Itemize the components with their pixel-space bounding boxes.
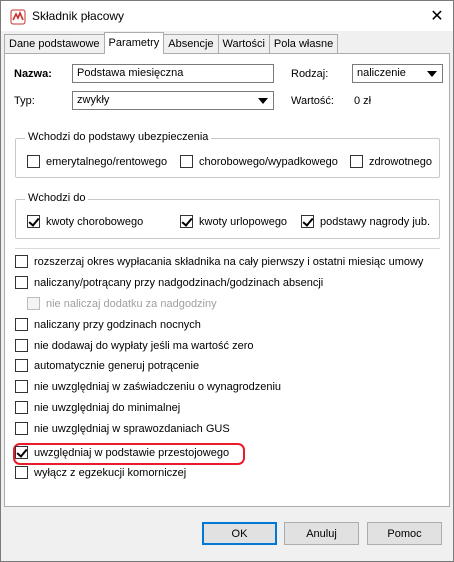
option-nie-naliczaj-nadgodzin: nie naliczaj dodatku za nadgodziny <box>27 297 217 310</box>
checkbox-emerytalnego[interactable]: emerytalnego/rentowego <box>27 155 167 168</box>
checkbox-box[interactable] <box>27 155 40 168</box>
checkbox-box[interactable] <box>15 466 28 479</box>
option-label: nie dodawaj do wypłaty jeśli ma wartość … <box>34 339 254 352</box>
checkbox-box[interactable] <box>15 339 28 352</box>
checkbox-label: kwoty urlopowego <box>199 215 288 228</box>
option-rozszerzaj-okres[interactable]: rozszerzaj okres wypłacania składnika na… <box>15 255 423 268</box>
tab-dane-podstawowe[interactable]: Dane podstawowe <box>4 34 105 54</box>
tab-pola-wlasne[interactable]: Pola własne <box>268 34 339 54</box>
checkbox-box[interactable] <box>15 422 28 435</box>
includes-group-title: Wchodzi do <box>25 192 89 204</box>
checkbox-box[interactable] <box>180 215 193 228</box>
checkbox-label: emerytalnego/rentowego <box>46 155 168 168</box>
checkbox-label: kwoty chorobowego <box>46 215 144 228</box>
checkbox-box[interactable] <box>301 215 314 228</box>
value-label: Wartość: <box>291 95 334 107</box>
ok-button[interactable]: OK <box>202 522 277 545</box>
option-label: nie uwzględniaj do minimalnej <box>34 401 181 414</box>
kind-select-value: naliczenie <box>357 67 406 79</box>
help-button[interactable]: Pomoc <box>367 522 442 545</box>
checkbox-label: podstawy nagrody jub. <box>320 215 431 228</box>
option-label: automatycznie generuj potrącenie <box>34 359 200 372</box>
separator <box>15 248 440 249</box>
type-select-value: zwykły <box>77 94 110 106</box>
tab-wartosci[interactable]: Wartości <box>217 34 270 54</box>
dialog-window: Składnik płacowy ✕ Dane podstawowe Param… <box>0 0 454 562</box>
tab-parametry[interactable]: Parametry <box>103 32 165 54</box>
option-generuj-potracenie[interactable]: automatycznie generuj potrącenie <box>15 359 199 372</box>
checkbox-box[interactable] <box>15 255 28 268</box>
option-egzekucja-komornicza[interactable]: wyłącz z egzekucji komorniczej <box>15 466 186 479</box>
close-icon: ✕ <box>430 8 444 25</box>
checkbox-box[interactable] <box>15 380 28 393</box>
checkbox-box <box>27 297 40 310</box>
title-bar: Składnik płacowy ✕ <box>1 1 453 31</box>
checkbox-box[interactable] <box>15 359 28 372</box>
insurance-base-group-title: Wchodzi do podstawy ubezpieczenia <box>25 131 212 143</box>
option-gus[interactable]: nie uwzględniaj w sprawozdaniach GUS <box>15 422 230 435</box>
value-display: 0 zł <box>354 95 372 107</box>
checkbox-box[interactable] <box>180 155 193 168</box>
option-label: uwzględniaj w podstawie przestojowego <box>34 446 230 459</box>
checkbox-kwoty-chorobowego[interactable]: kwoty chorobowego <box>27 215 143 228</box>
checkbox-label: chorobowego/wypadkowego <box>199 155 338 168</box>
option-label: nie uwzględniaj w sprawozdaniach GUS <box>34 422 230 435</box>
checkbox-box[interactable] <box>15 446 28 459</box>
chevron-down-icon <box>427 71 437 77</box>
option-minimalnej[interactable]: nie uwzględniaj do minimalnej <box>15 401 180 414</box>
tab-absencje[interactable]: Absencje <box>163 34 219 54</box>
type-label: Typ: <box>14 95 35 107</box>
checkbox-zdrowotnego[interactable]: zdrowotnego <box>350 155 432 168</box>
kind-label: Rodzaj: <box>291 68 329 80</box>
option-label: rozszerzaj okres wypłacania składnika na… <box>34 255 424 268</box>
name-field[interactable]: Podstawa miesięczna <box>72 64 274 83</box>
close-button[interactable]: ✕ <box>421 1 453 31</box>
name-label: Nazwa: <box>14 68 52 80</box>
tab-panel-parametry: Nazwa: Podstawa miesięczna Rodzaj: nalic… <box>4 53 450 507</box>
kind-select[interactable]: naliczenie <box>352 64 443 83</box>
option-label: naliczany/potrącany przy nadgodzinach/go… <box>34 276 324 289</box>
checkbox-box[interactable] <box>15 401 28 414</box>
checkbox-podstawy-nagrody[interactable]: podstawy nagrody jub. <box>301 215 430 228</box>
checkbox-box[interactable] <box>27 215 40 228</box>
option-zaswiadczenie[interactable]: nie uwzględniaj w zaświadczeniu o wynagr… <box>15 380 281 393</box>
checkbox-box[interactable] <box>350 155 363 168</box>
tab-strip: Dane podstawowe Parametry Absencje Warto… <box>4 32 339 54</box>
checkbox-label: zdrowotnego <box>369 155 432 168</box>
option-podstawa-przestojowego[interactable]: uwzględniaj w podstawie przestojowego <box>15 446 229 459</box>
cancel-button[interactable]: Anuluj <box>284 522 359 545</box>
option-nie-dodawaj-zero[interactable]: nie dodawaj do wypłaty jeśli ma wartość … <box>15 339 254 352</box>
app-icon <box>10 9 26 25</box>
option-label: wyłącz z egzekucji komorniczej <box>34 466 187 479</box>
window-title: Składnik płacowy <box>32 9 125 23</box>
checkbox-chorobowego-wypadkowego[interactable]: chorobowego/wypadkowego <box>180 155 338 168</box>
option-label: nie naliczaj dodatku za nadgodziny <box>46 297 217 310</box>
type-select[interactable]: zwykły <box>72 91 274 110</box>
option-godziny-nocne[interactable]: naliczany przy godzinach nocnych <box>15 318 201 331</box>
option-nadgodziny-absencje[interactable]: naliczany/potrącany przy nadgodzinach/go… <box>15 276 323 289</box>
checkbox-box[interactable] <box>15 318 28 331</box>
option-label: nie uwzględniaj w zaświadczeniu o wynagr… <box>34 380 282 393</box>
option-label: naliczany przy godzinach nocnych <box>34 318 201 331</box>
checkbox-kwoty-urlopowego[interactable]: kwoty urlopowego <box>180 215 287 228</box>
checkbox-box[interactable] <box>15 276 28 289</box>
chevron-down-icon <box>258 98 268 104</box>
